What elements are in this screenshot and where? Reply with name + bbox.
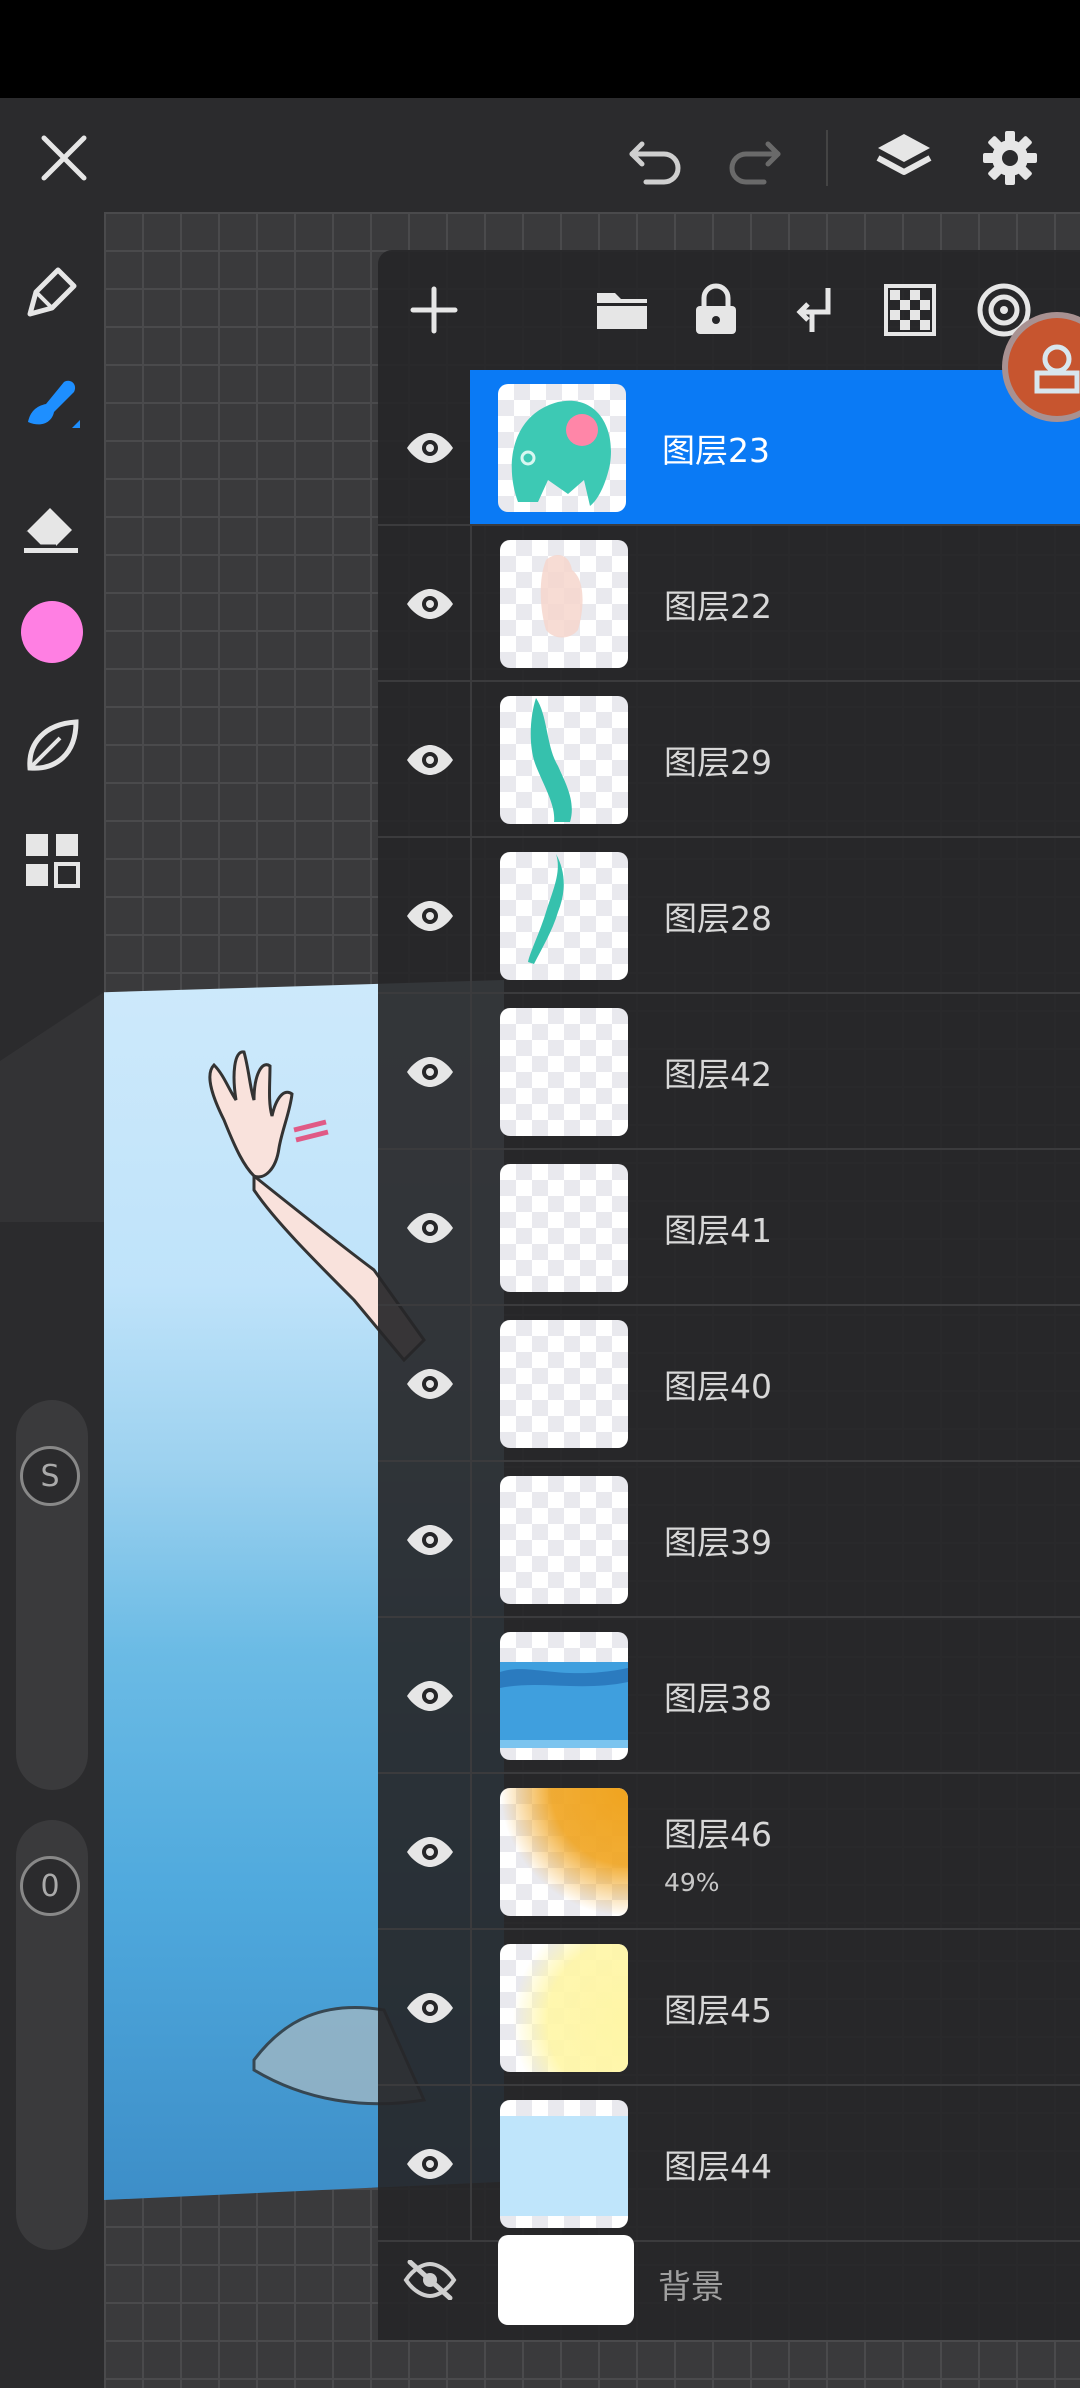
add-layer-icon[interactable] — [396, 272, 472, 348]
undo-icon[interactable] — [618, 120, 694, 196]
layer-row-body[interactable]: 图层39 — [470, 1462, 1080, 1616]
layer-thumbnail — [500, 2100, 628, 2228]
layer-thumbnail — [500, 1944, 628, 2072]
layer-row[interactable]: 图层40 — [378, 1306, 1080, 1462]
layer-row-body[interactable]: 图层40 — [470, 1306, 1080, 1460]
layer-thumbnail — [500, 1320, 628, 1448]
layer-thumbnail — [500, 540, 628, 668]
checkerboard-icon[interactable] — [872, 272, 948, 348]
eye-icon[interactable] — [392, 722, 468, 798]
layer-name: 图层39 — [664, 1523, 772, 1562]
layer-panel-toolbar — [378, 250, 1080, 370]
layer-thumbnail — [500, 852, 628, 980]
layer-name: 图层22 — [664, 587, 772, 626]
layer-name: 图层45 — [664, 1991, 772, 2030]
size-slider-knob[interactable]: S — [20, 1446, 80, 1506]
layer-row[interactable]: 图层29 — [378, 682, 1080, 838]
layer-row[interactable]: 图层23 — [378, 370, 1080, 526]
eye-icon[interactable] — [392, 566, 468, 642]
layer-row[interactable]: 图层38 — [378, 1618, 1080, 1774]
grid-menu-icon[interactable] — [14, 822, 90, 898]
opacity-slider-knob[interactable]: 0 — [20, 1856, 80, 1916]
layer-name: 图层42 — [664, 1055, 772, 1094]
layer-row[interactable]: 图层22 — [378, 526, 1080, 682]
layer-opacity: 49% — [664, 1868, 720, 1897]
layer-thumbnail — [500, 1164, 628, 1292]
layer-name: 图层41 — [664, 1211, 772, 1250]
eye-icon[interactable] — [392, 1346, 468, 1422]
layer-thumbnail — [500, 1476, 628, 1604]
status-bar — [0, 0, 1080, 98]
layer-name: 图层44 — [664, 2147, 772, 2186]
layer-row[interactable]: 图层45 — [378, 1930, 1080, 2086]
color-swatch[interactable] — [21, 601, 83, 663]
layer-row-body[interactable]: 图层23 — [470, 370, 1080, 524]
eraser-tool[interactable] — [14, 488, 90, 564]
layer-thumbnail — [500, 696, 628, 824]
layer-row[interactable]: 图层39 — [378, 1462, 1080, 1618]
merge-down-icon[interactable] — [776, 272, 852, 348]
layer-row-body[interactable]: 图层28 — [470, 838, 1080, 992]
eye-icon[interactable] — [392, 1658, 468, 1734]
smudge-tool[interactable] — [14, 708, 90, 784]
layer-row-body[interactable]: 图层29 — [470, 682, 1080, 836]
layer-thumbnail — [498, 2235, 634, 2325]
layer-row[interactable]: 图层44 — [378, 2086, 1080, 2242]
layer-row-body[interactable]: 图层44 — [470, 2086, 1080, 2240]
eye-icon[interactable] — [392, 1814, 468, 1890]
eye-icon[interactable] — [392, 1190, 468, 1266]
layer-name: 图层29 — [664, 743, 772, 782]
eye-icon[interactable] — [392, 1502, 468, 1578]
eye-icon[interactable] — [392, 1970, 468, 2046]
background-layer-row[interactable]: 背景 — [378, 2220, 1080, 2340]
layer-row-body[interactable]: 图层38 — [470, 1618, 1080, 1772]
layer-row-body[interactable]: 图层22 — [470, 526, 1080, 680]
layer-row-body[interactable]: 图层42 — [470, 994, 1080, 1148]
pencil-tool[interactable] — [14, 254, 90, 330]
brush-tool[interactable] — [14, 366, 90, 442]
layer-name: 背景 — [658, 2267, 724, 2306]
eye-hidden-icon[interactable] — [392, 2242, 468, 2318]
eye-icon[interactable] — [392, 1034, 468, 1110]
toolbar-divider — [826, 130, 828, 186]
color-picker[interactable] — [14, 594, 90, 670]
eye-icon[interactable] — [392, 878, 468, 954]
redo-icon[interactable] — [716, 120, 792, 196]
layers-icon[interactable] — [866, 120, 942, 196]
close-icon[interactable] — [26, 120, 102, 196]
layer-thumbnail — [498, 384, 626, 512]
settings-icon[interactable] — [972, 120, 1048, 196]
layer-row-body[interactable]: 图层46 49% — [470, 1774, 1080, 1928]
layer-name: 图层40 — [664, 1367, 772, 1406]
layer-row[interactable]: 图层46 49% — [378, 1774, 1080, 1930]
layer-thumbnail — [500, 1788, 628, 1916]
toolbar-shading — [0, 992, 104, 1222]
layer-name: 图层28 — [664, 899, 772, 938]
layer-name: 图层46 — [664, 1815, 772, 1854]
lock-icon[interactable] — [678, 272, 754, 348]
eye-icon[interactable] — [392, 2126, 468, 2202]
layer-thumbnail — [500, 1008, 628, 1136]
layer-name: 图层23 — [662, 431, 770, 470]
layer-name: 图层38 — [664, 1679, 772, 1718]
layer-row[interactable]: 图层41 — [378, 1150, 1080, 1306]
layer-thumbnail — [500, 1632, 628, 1760]
eye-icon[interactable] — [392, 410, 468, 486]
folder-icon[interactable] — [584, 272, 660, 348]
layer-row[interactable]: 图层42 — [378, 994, 1080, 1150]
layer-panel: 图层23 图层22 图层29 图层28 图层42 图层41 图层40 图层39 图层38 图层46… — [378, 250, 1080, 2340]
layer-row[interactable]: 图层28 — [378, 838, 1080, 994]
layer-row-body[interactable]: 图层41 — [470, 1150, 1080, 1304]
layer-row-body[interactable]: 图层45 — [470, 1930, 1080, 2084]
